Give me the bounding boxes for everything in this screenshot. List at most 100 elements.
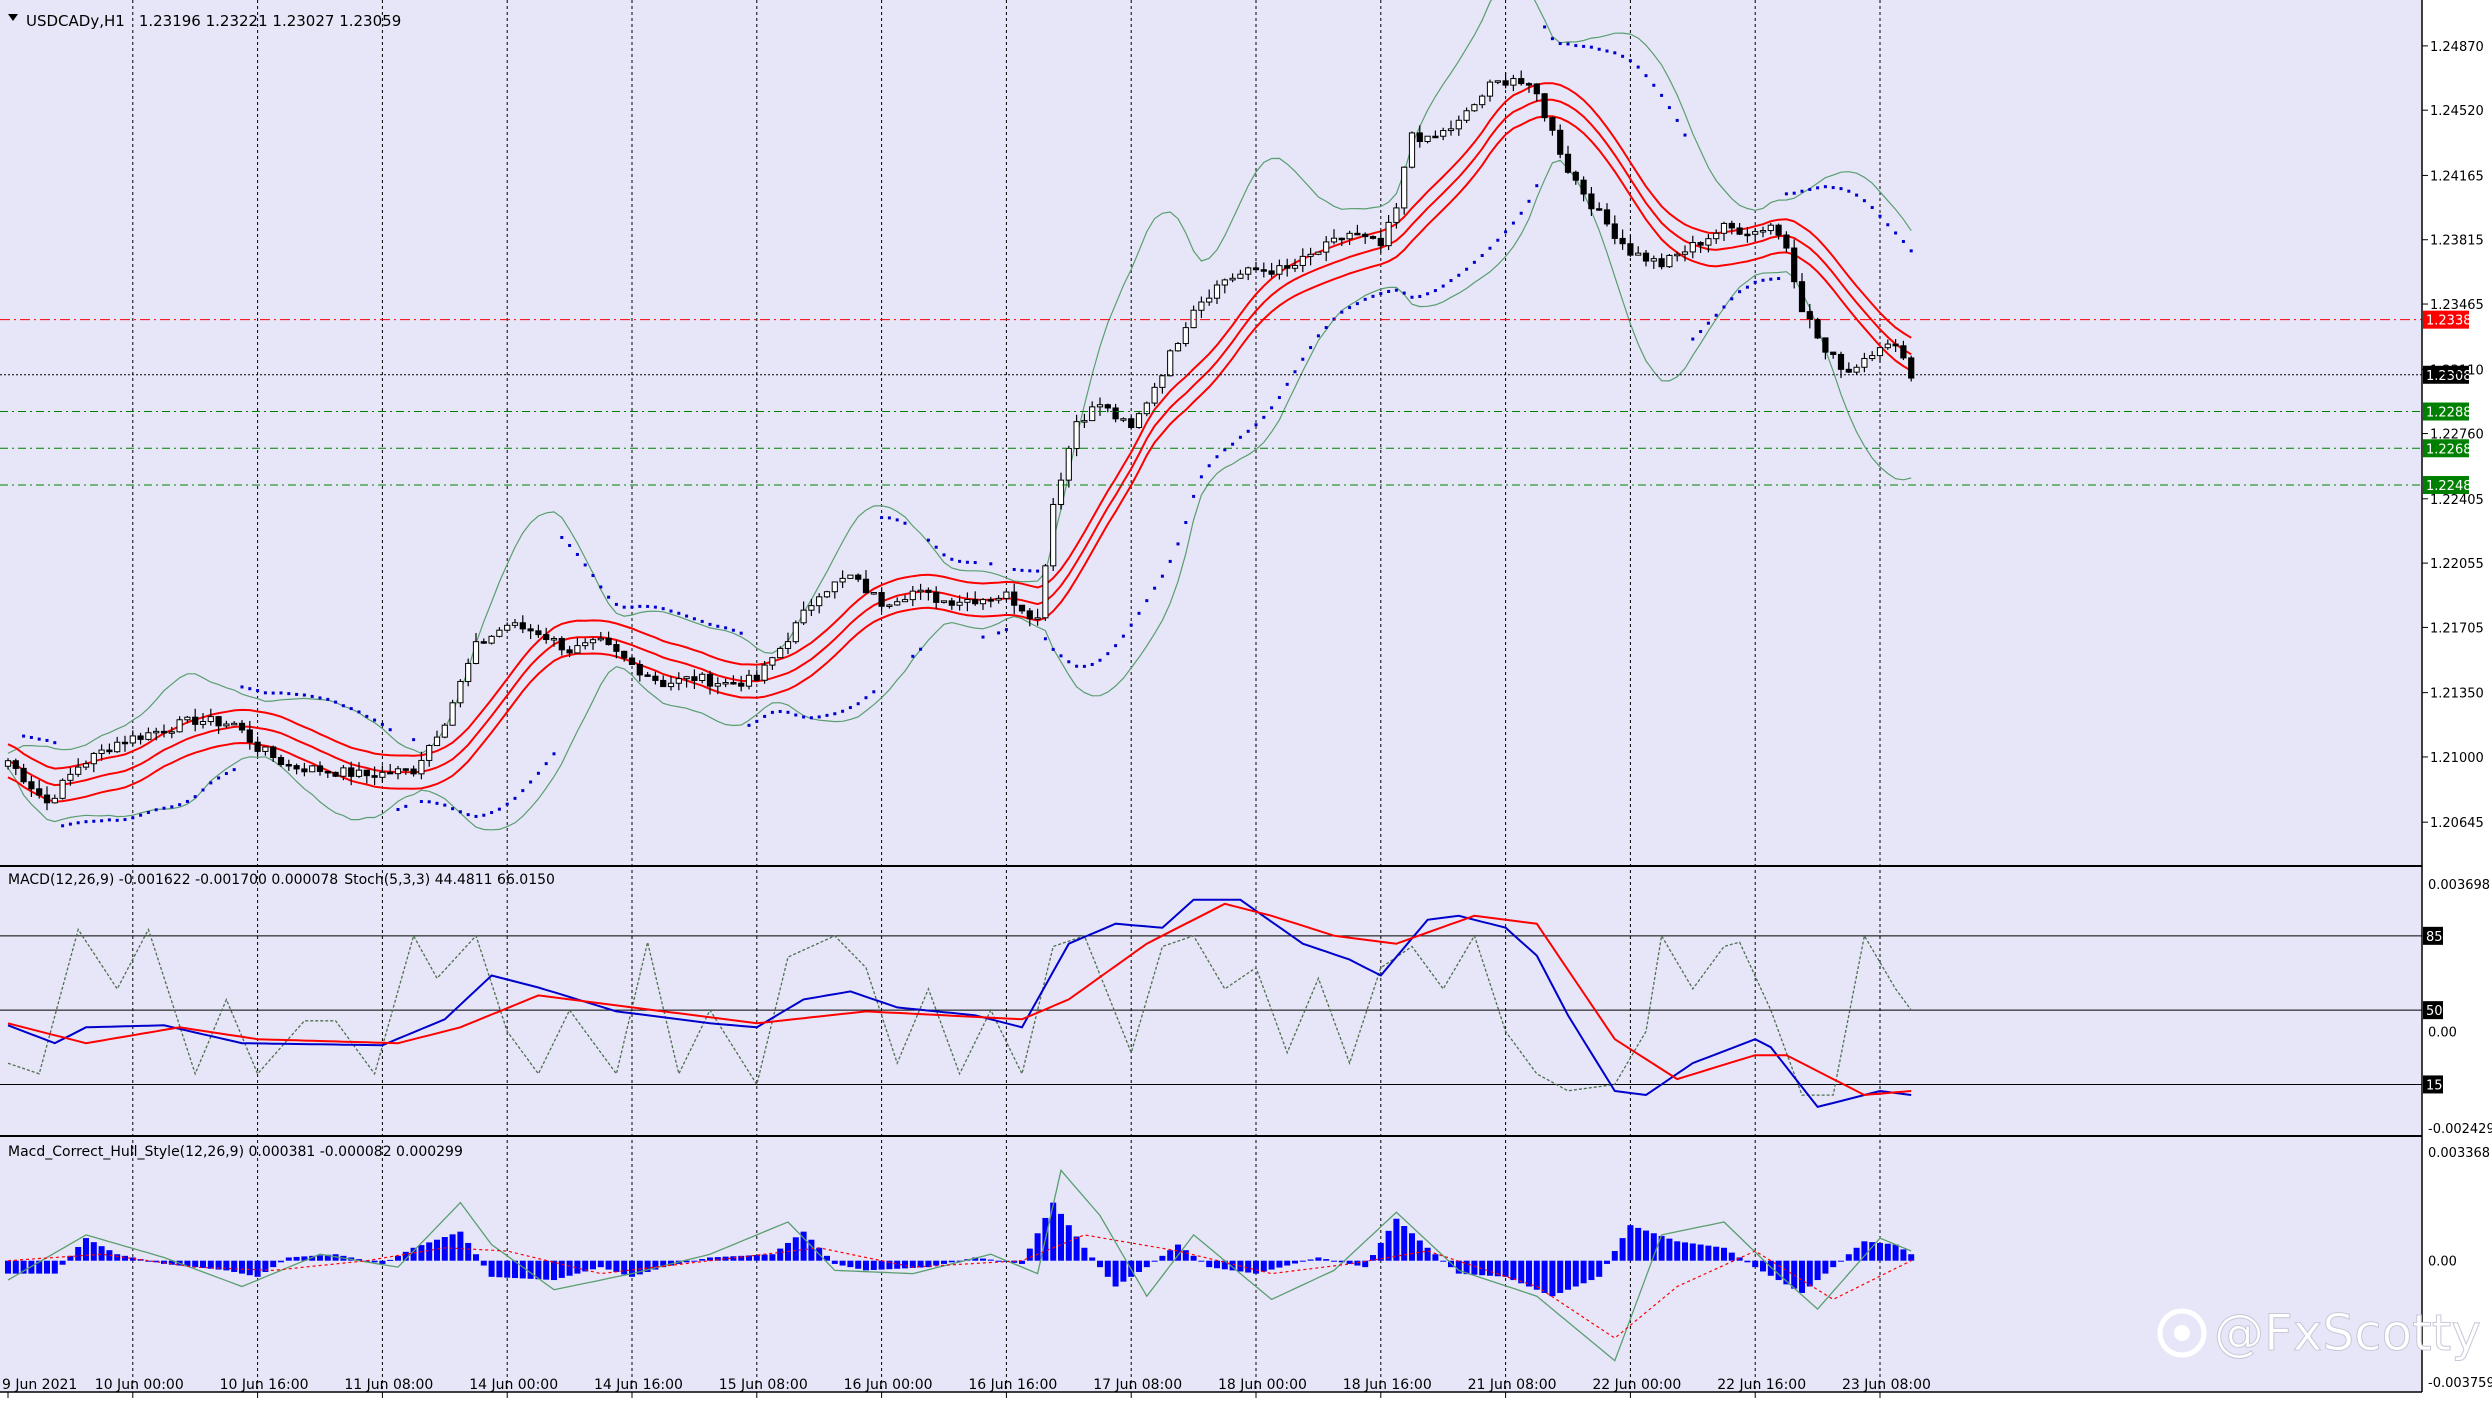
price-tick-label: 1.22405 [2430,493,2484,508]
hull-histogram-bar [1416,1240,1423,1261]
bear-candle-body [106,749,113,753]
candle[interactable] [457,679,464,708]
bull-candle-body [792,622,799,643]
sar-dot [1706,321,1710,325]
bull-candle-body [1330,237,1338,243]
candle[interactable] [59,778,66,800]
sar-dot [373,718,377,722]
candle[interactable] [1908,355,1915,382]
hull-histogram-bar [278,1260,284,1263]
bull-candle-body [964,599,971,603]
bear-candle-body [402,768,409,771]
bull-candle-body [309,765,316,773]
sar-dot [997,631,1001,635]
bull-candle-body [355,769,363,777]
candle[interactable] [1408,131,1416,169]
candle[interactable] [441,722,448,739]
candle[interactable] [1471,103,1478,112]
sar-dot [1254,423,1258,427]
bull-candle-body [379,771,386,778]
candle[interactable] [792,620,799,644]
bull-candle-body [1510,78,1517,86]
sar-dot [310,694,314,698]
sar-dot [989,562,993,566]
hull-histogram-bar [1721,1247,1727,1261]
sar-dot [1784,192,1788,196]
hull-histogram-bar [59,1260,66,1265]
trading-chart[interactable]: 1.23380 1.23080 1.22880 1.22680 1.22480 1.248… [0,0,2492,1406]
bear-candle-body [1564,153,1572,173]
sar-dot [599,585,603,589]
sar-dot [661,607,665,611]
candle[interactable] [1814,317,1821,340]
candle[interactable] [332,771,339,778]
symbol-header: USDCADy,H1 1.23196 1.23221 1.23027 1.2305… [26,12,401,30]
candle[interactable] [309,765,316,773]
hull-histogram-bar [418,1245,425,1261]
hull-histogram-bar [1697,1244,1704,1261]
candle[interactable] [1128,416,1135,430]
bear-candle-body [1783,234,1790,249]
candle[interactable] [449,699,456,726]
time-tick-label: 16 Jun 16:00 [968,1377,1057,1393]
bull-candle-body [1120,418,1127,421]
bull-candle-body [1151,386,1158,404]
sar-dot [1402,291,1406,295]
sar-dot [1894,231,1898,235]
hull-histogram-bar [831,1260,838,1264]
bear-candle-body [613,644,620,652]
hull-histogram-bar [1752,1260,1759,1268]
hull-histogram-bar [777,1248,784,1261]
sar-dot [513,796,517,800]
candle[interactable] [1135,412,1143,429]
hull-histogram-bar [1908,1254,1915,1261]
hull-histogram-bar [1838,1260,1844,1262]
bear-candle-body [1354,232,1361,236]
time-tick-label: 10 Jun 16:00 [220,1377,309,1393]
candle[interactable] [1401,166,1408,215]
hull-histogram-bar [1198,1260,1205,1262]
candle[interactable] [1143,401,1150,417]
bull-candle-body [722,682,729,685]
sar-dot [22,734,26,738]
candle[interactable] [1167,349,1174,377]
chart-svg[interactable]: 1.233801.230801.228801.226801.224801.248… [0,0,2492,1406]
bull-candle-body [418,759,425,775]
candle[interactable] [870,592,877,595]
sar-dot [1589,45,1593,49]
candle[interactable] [488,635,495,645]
hull-histogram-bar [1026,1248,1033,1261]
bear-candle-body [1642,252,1650,262]
price-level-label: 1.22880 [2426,406,2480,421]
bear-candle-body [1830,351,1837,355]
sar-dot [1067,660,1071,664]
candle[interactable] [777,646,784,659]
bear-candle-body [1658,258,1665,268]
hull-histogram-bar [769,1254,776,1261]
hull-histogram-bar [527,1260,534,1279]
candle[interactable] [847,574,854,579]
candle[interactable] [1050,497,1057,571]
price-tick-label: 1.23465 [2430,298,2484,313]
hull-histogram-bar [1744,1260,1751,1263]
candle[interactable] [1666,254,1673,268]
sar-dot [115,818,119,822]
bear-candle-body [270,746,277,759]
candle[interactable] [1541,93,1548,122]
bull-candle-body [589,639,597,644]
candle[interactable] [1315,251,1322,256]
candle[interactable] [1042,563,1049,621]
bear-candle-body [987,599,994,602]
sar-dot [474,814,478,818]
candle[interactable] [823,590,831,599]
bull-candle-body [1861,358,1868,368]
sar-dot [84,820,88,824]
hull-histogram-bar [293,1256,300,1261]
sar-dot [646,604,650,608]
hull-histogram-bar [114,1254,121,1261]
ohlc-values: 1.23196 1.23221 1.23027 1.23059 [139,12,401,30]
candle[interactable] [1174,342,1182,352]
sar-dot [739,631,743,635]
sar-dot [139,813,143,817]
bear-candle-body [1549,117,1556,131]
